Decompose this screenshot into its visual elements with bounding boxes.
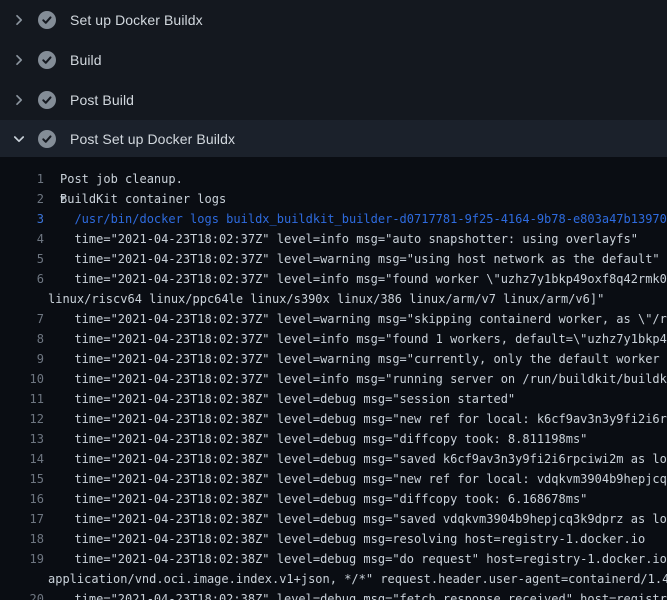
chevron-right-icon	[11, 12, 27, 28]
check-circle-icon	[38, 130, 56, 148]
step-header-build[interactable]: Build	[0, 40, 667, 80]
line-number[interactable]: 13	[0, 429, 44, 449]
log-row: 15 time="2021-04-23T18:02:38Z" level=deb…	[0, 469, 667, 489]
log-row: 17 time="2021-04-23T18:02:38Z" level=deb…	[0, 509, 667, 529]
line-number[interactable]: 11	[0, 389, 44, 409]
log-text: time="2021-04-23T18:02:38Z" level=debug …	[44, 449, 667, 469]
log-row: 3 /usr/bin/docker logs buildx_buildkit_b…	[0, 209, 667, 229]
log-text: time="2021-04-23T18:02:37Z" level=info m…	[44, 369, 667, 389]
log-row: 18 time="2021-04-23T18:02:38Z" level=deb…	[0, 529, 667, 549]
step-header-post-build[interactable]: Post Build	[0, 80, 667, 120]
check-circle-icon	[38, 11, 56, 29]
log-text: time="2021-04-23T18:02:38Z" level=debug …	[44, 429, 587, 449]
log-row: 13 time="2021-04-23T18:02:38Z" level=deb…	[0, 429, 667, 449]
line-number[interactable]: 4	[0, 229, 44, 249]
chevron-down-icon	[11, 131, 27, 147]
log-command-text: /usr/bin/docker logs buildx_buildkit_bui…	[44, 209, 667, 229]
log-row: 16 time="2021-04-23T18:02:38Z" level=deb…	[0, 489, 667, 509]
step-header-post-set-up-docker-buildx[interactable]: Post Set up Docker Buildx	[0, 120, 667, 157]
log-text: time="2021-04-23T18:02:37Z" level=info m…	[44, 269, 667, 289]
step-label: Post Set up Docker Buildx	[70, 131, 235, 147]
log-text: time="2021-04-23T18:02:38Z" level=debug …	[44, 389, 515, 409]
log-text: time="2021-04-23T18:02:37Z" level=warnin…	[44, 249, 660, 269]
chevron-right-icon	[11, 52, 27, 68]
line-number[interactable]: 14	[0, 449, 44, 469]
line-number[interactable]: 8	[0, 329, 44, 349]
line-number[interactable]: 7	[0, 309, 44, 329]
line-number[interactable]: 5	[0, 249, 44, 269]
log-row: 4 time="2021-04-23T18:02:37Z" level=info…	[0, 229, 667, 249]
step-label: Post Build	[70, 92, 134, 108]
line-number[interactable]: 17	[0, 509, 44, 529]
log-row: 7 time="2021-04-23T18:02:37Z" level=warn…	[0, 309, 667, 329]
log-row: 1Post job cleanup.	[0, 169, 667, 189]
log-text: time="2021-04-23T18:02:38Z" level=debug …	[44, 489, 587, 509]
log-text: BuildKit container logs	[60, 189, 226, 209]
line-number[interactable]: 19	[0, 549, 44, 569]
log-row: 19 time="2021-04-23T18:02:38Z" level=deb…	[0, 549, 667, 569]
log-text: time="2021-04-23T18:02:38Z" level=debug …	[44, 529, 645, 549]
line-number[interactable]: 1	[0, 169, 44, 189]
line-number[interactable]: 2	[0, 189, 44, 209]
line-number[interactable]: 20	[0, 589, 44, 600]
log-text: time="2021-04-23T18:02:38Z" level=debug …	[44, 509, 667, 529]
log-row: 5 time="2021-04-23T18:02:37Z" level=warn…	[0, 249, 667, 269]
log-row: 6 time="2021-04-23T18:02:37Z" level=info…	[0, 269, 667, 289]
log-text: linux/riscv64 linux/ppc64le linux/s390x …	[0, 289, 604, 309]
log-row: 10 time="2021-04-23T18:02:37Z" level=inf…	[0, 369, 667, 389]
log-row: 20 time="2021-04-23T18:02:38Z" level=deb…	[0, 589, 667, 600]
line-number[interactable]: 18	[0, 529, 44, 549]
log-text: time="2021-04-23T18:02:37Z" level=info m…	[44, 329, 667, 349]
line-number[interactable]: 12	[0, 409, 44, 429]
log-row: 2▼BuildKit container logs	[0, 189, 667, 209]
log-text: application/vnd.oci.image.index.v1+json,…	[0, 569, 667, 589]
log-row: 9 time="2021-04-23T18:02:37Z" level=warn…	[0, 349, 667, 369]
log-row: 14 time="2021-04-23T18:02:38Z" level=deb…	[0, 449, 667, 469]
log-text: time="2021-04-23T18:02:37Z" level=info m…	[44, 229, 638, 249]
log-text: time="2021-04-23T18:02:38Z" level=debug …	[44, 469, 667, 489]
check-circle-icon	[38, 91, 56, 109]
step-header-set-up-docker-buildx[interactable]: Set up Docker Buildx	[0, 0, 667, 40]
line-number[interactable]: 6	[0, 269, 44, 289]
log-row: linux/riscv64 linux/ppc64le linux/s390x …	[0, 289, 667, 309]
log-text: time="2021-04-23T18:02:38Z" level=debug …	[44, 589, 667, 600]
line-number[interactable]: 15	[0, 469, 44, 489]
log-text: time="2021-04-23T18:02:38Z" level=debug …	[44, 549, 667, 569]
log-text: time="2021-04-23T18:02:37Z" level=warnin…	[44, 309, 667, 329]
workflow-log-viewer: Set up Docker Buildx Build Post Build	[0, 0, 667, 600]
line-number[interactable]: 10	[0, 369, 44, 389]
log-group-toggle-icon[interactable]: ▼	[44, 189, 60, 209]
log-text: time="2021-04-23T18:02:38Z" level=debug …	[44, 409, 667, 429]
log-row: 11 time="2021-04-23T18:02:38Z" level=deb…	[0, 389, 667, 409]
line-number[interactable]: 9	[0, 349, 44, 369]
log-row: 8 time="2021-04-23T18:02:37Z" level=info…	[0, 329, 667, 349]
check-circle-icon	[38, 51, 56, 69]
line-number[interactable]: 16	[0, 489, 44, 509]
log-text: time="2021-04-23T18:02:37Z" level=warnin…	[44, 349, 667, 369]
log-row: 12 time="2021-04-23T18:02:38Z" level=deb…	[0, 409, 667, 429]
log-row: application/vnd.oci.image.index.v1+json,…	[0, 569, 667, 589]
log-panel: 1Post job cleanup.2▼BuildKit container l…	[0, 157, 667, 600]
step-list: Set up Docker Buildx Build Post Build	[0, 0, 667, 157]
log-text: Post job cleanup.	[44, 169, 183, 189]
line-number[interactable]: 3	[0, 209, 44, 229]
step-label: Set up Docker Buildx	[70, 12, 203, 28]
step-label: Build	[70, 52, 102, 68]
chevron-right-icon	[11, 92, 27, 108]
